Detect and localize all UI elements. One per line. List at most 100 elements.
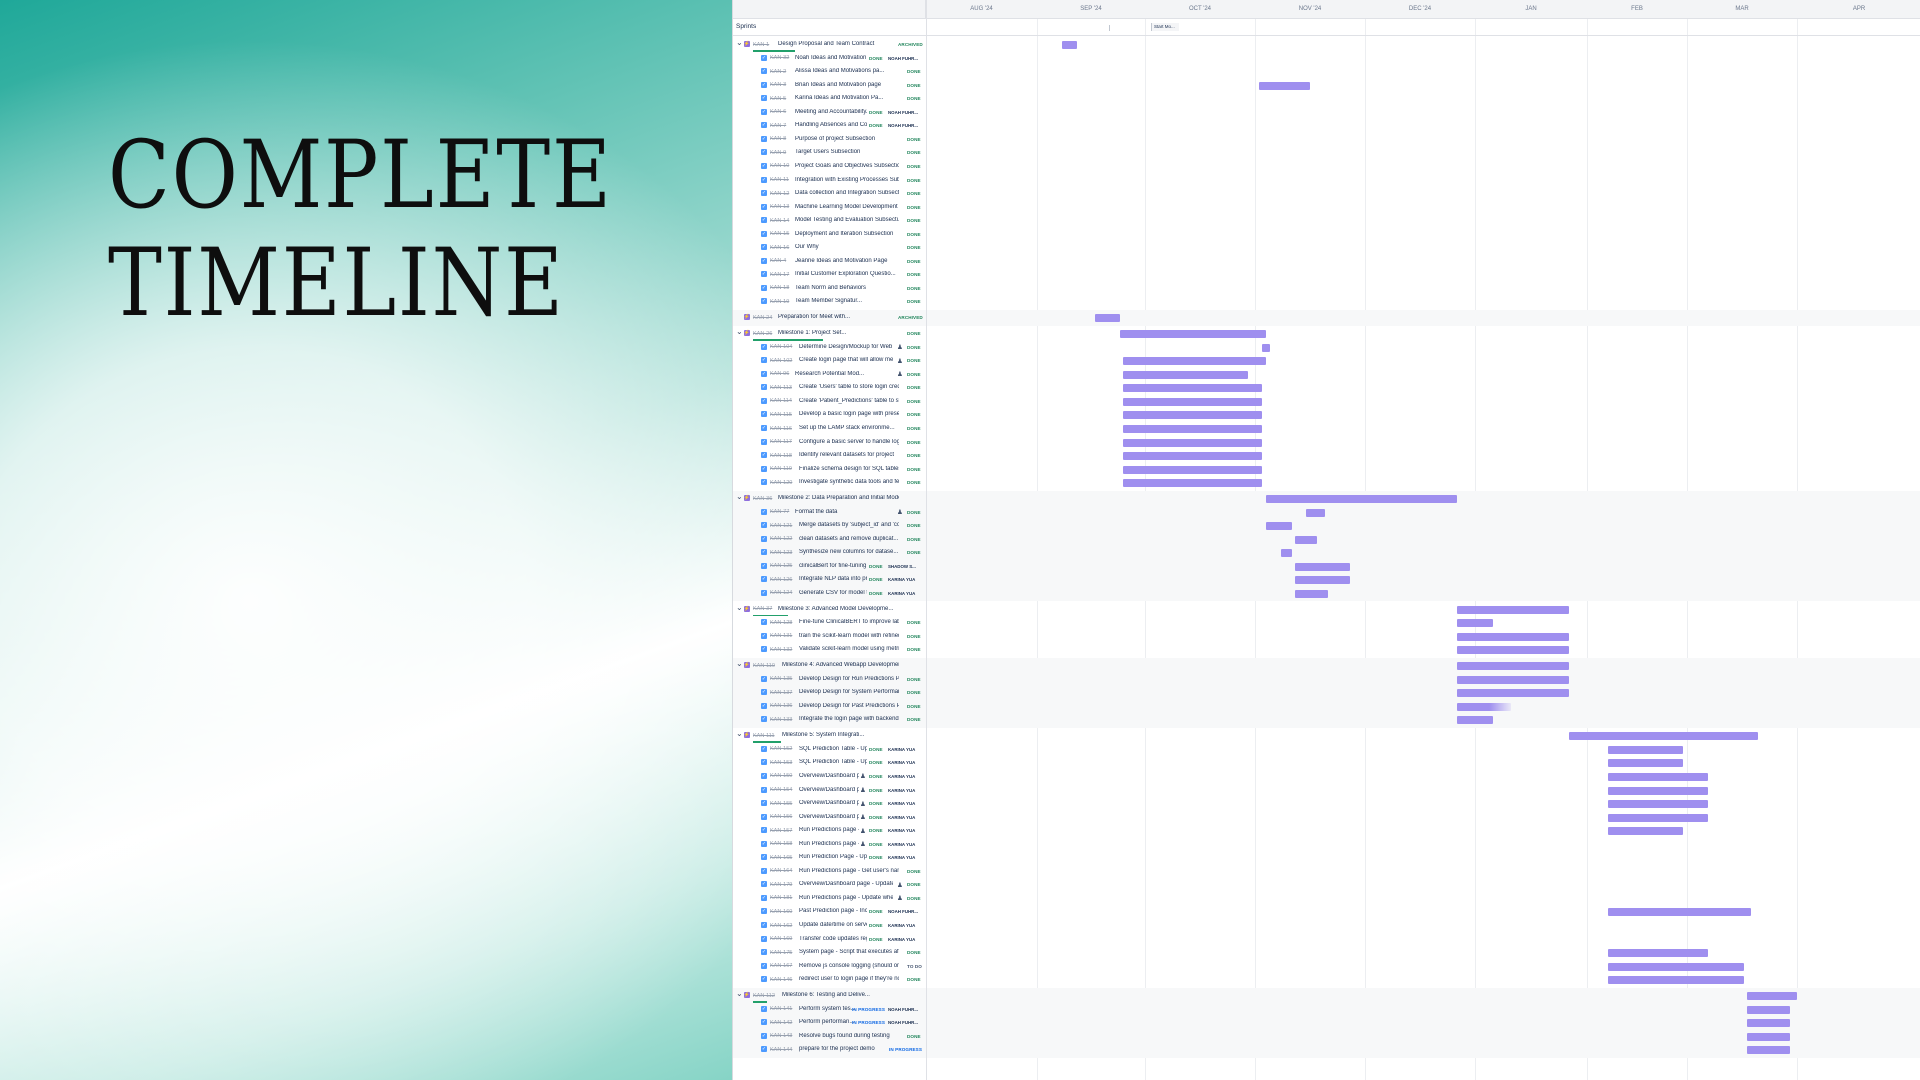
- issue-key[interactable]: KAN-158: [770, 841, 792, 847]
- issue-key[interactable]: KAN-10: [770, 163, 789, 169]
- status-badge[interactable]: IN PROGRESS: [852, 1020, 885, 1025]
- issue-timeline-bar[interactable]: [1608, 786, 1709, 795]
- issue-title[interactable]: Run Prediction Page - Upd...: [799, 854, 867, 860]
- assignee-avatar-icon[interactable]: ♟: [860, 800, 866, 808]
- issue-title[interactable]: Research Potential Mod...: [795, 371, 893, 377]
- issue-key[interactable]: KAN-37: [753, 606, 772, 612]
- issue-title[interactable]: Resolve bugs found during testing: [799, 1033, 899, 1039]
- issue-row[interactable]: ✓ KAN-126 Integrate NLP data into pr... DON…: [733, 573, 1920, 587]
- issue-title[interactable]: Handling Absences and Con...: [795, 122, 867, 128]
- issue-title[interactable]: Milestone 4: Advanced Webapp Development…: [782, 662, 899, 668]
- issue-key[interactable]: KAN-126: [770, 577, 792, 583]
- issue-key[interactable]: KAN-24: [753, 315, 772, 321]
- issue-row[interactable]: ✓ KAN-136 Develop Design for Past Predicti…: [733, 700, 1920, 714]
- chevron-down-icon[interactable]: ⌄: [736, 492, 743, 501]
- status-badge[interactable]: DONE: [907, 440, 921, 445]
- issue-title[interactable]: Update date/time on serve...: [799, 922, 867, 928]
- chevron-down-icon[interactable]: ⌄: [736, 989, 743, 998]
- issue-title[interactable]: clean datasets and remove duplicat...: [799, 536, 899, 542]
- issue-key[interactable]: KAN-6: [770, 109, 786, 115]
- issue-timeline-bar[interactable]: [1280, 549, 1292, 558]
- issue-title[interactable]: train the scikit-learn model with refine…: [799, 633, 899, 639]
- issue-row[interactable]: ✓ KAN-115 Develop a basic login page with …: [733, 408, 1920, 422]
- status-badge[interactable]: DONE: [869, 747, 883, 752]
- epic-timeline-bar[interactable]: [1119, 330, 1266, 339]
- epic-row[interactable]: ⌄ ⚡ KAN-26 Milestone 1: Project Set... DONE: [733, 327, 1920, 341]
- issue-title[interactable]: Create 'Patient_Predictions' table to st…: [799, 398, 899, 404]
- epic-row[interactable]: ⌄ ⚡ KAN-110 Milestone 4: Advanced Webapp De…: [733, 659, 1920, 673]
- issue-row[interactable]: ✓ KAN-153 SQL Prediction Table - Up... DONE…: [733, 756, 1920, 770]
- issue-title[interactable]: Configure a basic server to handle login…: [799, 439, 899, 445]
- issue-key[interactable]: KAN-135: [770, 676, 792, 682]
- issue-row[interactable]: ✓ KAN-104 Determine Design/Mockup for Web …: [733, 341, 1920, 355]
- issue-row[interactable]: ✓ KAN-132 Validate scikit-learn model usin…: [733, 643, 1920, 657]
- issue-key[interactable]: KAN-5: [770, 96, 786, 102]
- status-badge[interactable]: DONE: [907, 620, 921, 625]
- issue-title[interactable]: Jeanne Ideas and Motivation Page: [795, 258, 899, 264]
- issue-timeline-bar[interactable]: [1295, 576, 1351, 585]
- status-badge[interactable]: DONE: [907, 537, 921, 542]
- issue-row[interactable]: ✓ KAN-116 Set up the LAMP stack environme.…: [733, 422, 1920, 436]
- status-badge[interactable]: DONE: [869, 123, 883, 128]
- issue-row[interactable]: ✓ KAN-128 Fine-tune ClinicalBERT to improv…: [733, 616, 1920, 630]
- issue-title[interactable]: Overview/Dashboard pa...: [799, 787, 859, 793]
- issue-row[interactable]: ✓ KAN-9 Target Users Subsection DONE: [733, 146, 1920, 160]
- assignee-avatar-icon[interactable]: ♟: [897, 343, 903, 351]
- issue-title[interactable]: Integrate NLP data into pr...: [799, 576, 867, 582]
- epic-row[interactable]: ⌄ ⚡ KAN-37 Milestone 3: Advanced Model Deve…: [733, 603, 1920, 617]
- issue-row[interactable]: ✓ KAN-142 Perform performan... IN PROGRESS N…: [733, 1016, 1920, 1030]
- issue-timeline-bar[interactable]: [1747, 1019, 1790, 1028]
- status-badge[interactable]: DONE: [907, 523, 921, 528]
- issue-title[interactable]: Overview/Dashboard page - Update w...: [799, 881, 893, 887]
- issue-title[interactable]: Identify relevant datasets for project: [799, 452, 899, 458]
- issue-key[interactable]: KAN-155: [770, 801, 792, 807]
- issue-row[interactable]: ✓ KAN-164 Run Predictions page - Get user'…: [733, 865, 1920, 879]
- status-badge[interactable]: DONE: [869, 801, 883, 806]
- issue-timeline-bar[interactable]: [1295, 562, 1351, 571]
- assignee-avatar-icon[interactable]: ♟: [860, 772, 866, 780]
- epic-row[interactable]: ⌄ ⚡ KAN-36 Milestone 2: Data Preparation an…: [733, 492, 1920, 506]
- issue-row[interactable]: ✓ KAN-14 Model Testing and Evaluation Subs…: [733, 214, 1920, 228]
- issue-key[interactable]: KAN-32: [770, 55, 789, 61]
- issue-row[interactable]: ✓ KAN-152 SQL Prediction Table - Up... DONE…: [733, 743, 1920, 757]
- issue-row[interactable]: ✓ KAN-96 Research Potential Mod... ♟ DONE: [733, 368, 1920, 382]
- epic-row[interactable]: ⚡ KAN-24 Preparation for Meet with... ARCHI…: [733, 311, 1920, 325]
- issue-title[interactable]: Generate CSV for model tr...: [799, 590, 867, 596]
- issue-title[interactable]: Run Predictions page -...: [799, 827, 859, 833]
- status-badge[interactable]: DONE: [907, 647, 921, 652]
- issue-row[interactable]: ✓KAN-150 Overview/Dashboard pa...♟DONE KAR…: [733, 770, 1920, 784]
- issue-row[interactable]: ✓ KAN-19 Team Member Signatur... DONE: [733, 295, 1920, 309]
- issue-key[interactable]: KAN-12: [770, 191, 789, 197]
- assignee-name[interactable]: NOAH FUHR...: [888, 909, 920, 914]
- issue-row[interactable]: ✓KAN-156 Overview/Dashboard pa...♟DONE KAR…: [733, 811, 1920, 825]
- status-badge[interactable]: DONE: [907, 345, 921, 350]
- status-badge[interactable]: TO DO: [907, 964, 922, 969]
- issue-key[interactable]: KAN-102: [770, 358, 792, 364]
- issue-key[interactable]: KAN-1: [753, 42, 769, 48]
- epic-timeline-bar[interactable]: [1094, 314, 1120, 323]
- assignee-name[interactable]: KARINA YUA: [888, 923, 920, 928]
- issue-title[interactable]: Noah Ideas and Motivation: [795, 55, 867, 61]
- issue-row[interactable]: ✓ KAN-17 Initial Customer Exploration Ques…: [733, 268, 1920, 282]
- issue-row[interactable]: ✓ KAN-102 Create login page that will allo…: [733, 354, 1920, 368]
- status-badge[interactable]: DONE: [869, 760, 883, 765]
- assignee-avatar-icon[interactable]: ♟: [860, 827, 866, 835]
- assignee-name[interactable]: KARINA YUA: [888, 937, 920, 942]
- status-badge[interactable]: DONE: [907, 205, 921, 210]
- issue-title[interactable]: Fine-tune ClinicalBERT to improve labeli…: [799, 619, 899, 625]
- assignee-avatar-icon[interactable]: ♟: [897, 370, 903, 378]
- status-badge[interactable]: DONE: [907, 677, 921, 682]
- issue-title[interactable]: Team Member Signatur...: [795, 298, 899, 304]
- issue-title[interactable]: Alissa Ideas and Motivations pa...: [795, 68, 899, 74]
- issue-timeline-bar[interactable]: [1258, 81, 1310, 90]
- issue-key[interactable]: KAN-131: [770, 633, 792, 639]
- issue-key[interactable]: KAN-157: [770, 828, 792, 834]
- assignee-name[interactable]: KARINA YUA: [888, 774, 920, 779]
- issue-key[interactable]: KAN-2: [770, 69, 786, 75]
- status-badge[interactable]: DONE: [869, 828, 883, 833]
- issue-timeline-bar[interactable]: [1457, 632, 1569, 641]
- issue-row[interactable]: ✓ KAN-18 Team Norm and Behaviors DONE: [733, 282, 1920, 296]
- status-badge[interactable]: DONE: [907, 977, 921, 982]
- issue-timeline-bar[interactable]: [1608, 759, 1684, 768]
- status-badge[interactable]: DONE: [869, 788, 883, 793]
